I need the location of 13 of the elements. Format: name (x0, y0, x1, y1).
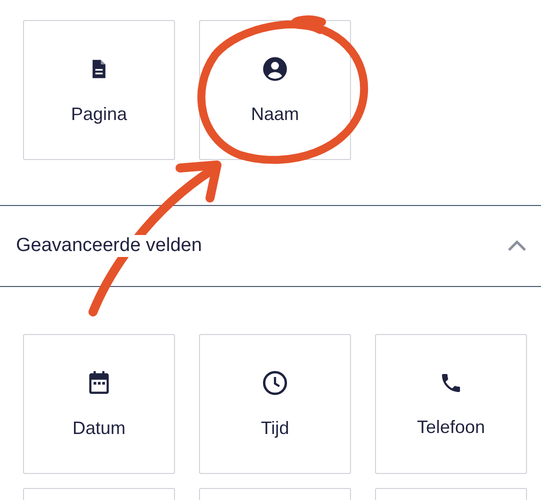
field-tile[interactable]: Pagina (23, 20, 175, 160)
user-circle-icon (262, 56, 288, 82)
tile-label: Pagina (70, 104, 128, 124)
field-tile[interactable]: Datum (23, 334, 175, 474)
section-title: Geavanceerde velden (14, 235, 204, 257)
clock-icon (262, 370, 288, 396)
tile-label: Naam (250, 104, 299, 124)
tile-label: Datum (72, 418, 126, 438)
field-tile[interactable]: Telefoon (375, 334, 527, 474)
tile-label: Tijd (260, 418, 290, 438)
tile-label: Telefoon (416, 416, 486, 438)
section-header[interactable]: Geavanceerde velden (0, 205, 541, 287)
field-tile[interactable]: Tijd (199, 334, 351, 474)
